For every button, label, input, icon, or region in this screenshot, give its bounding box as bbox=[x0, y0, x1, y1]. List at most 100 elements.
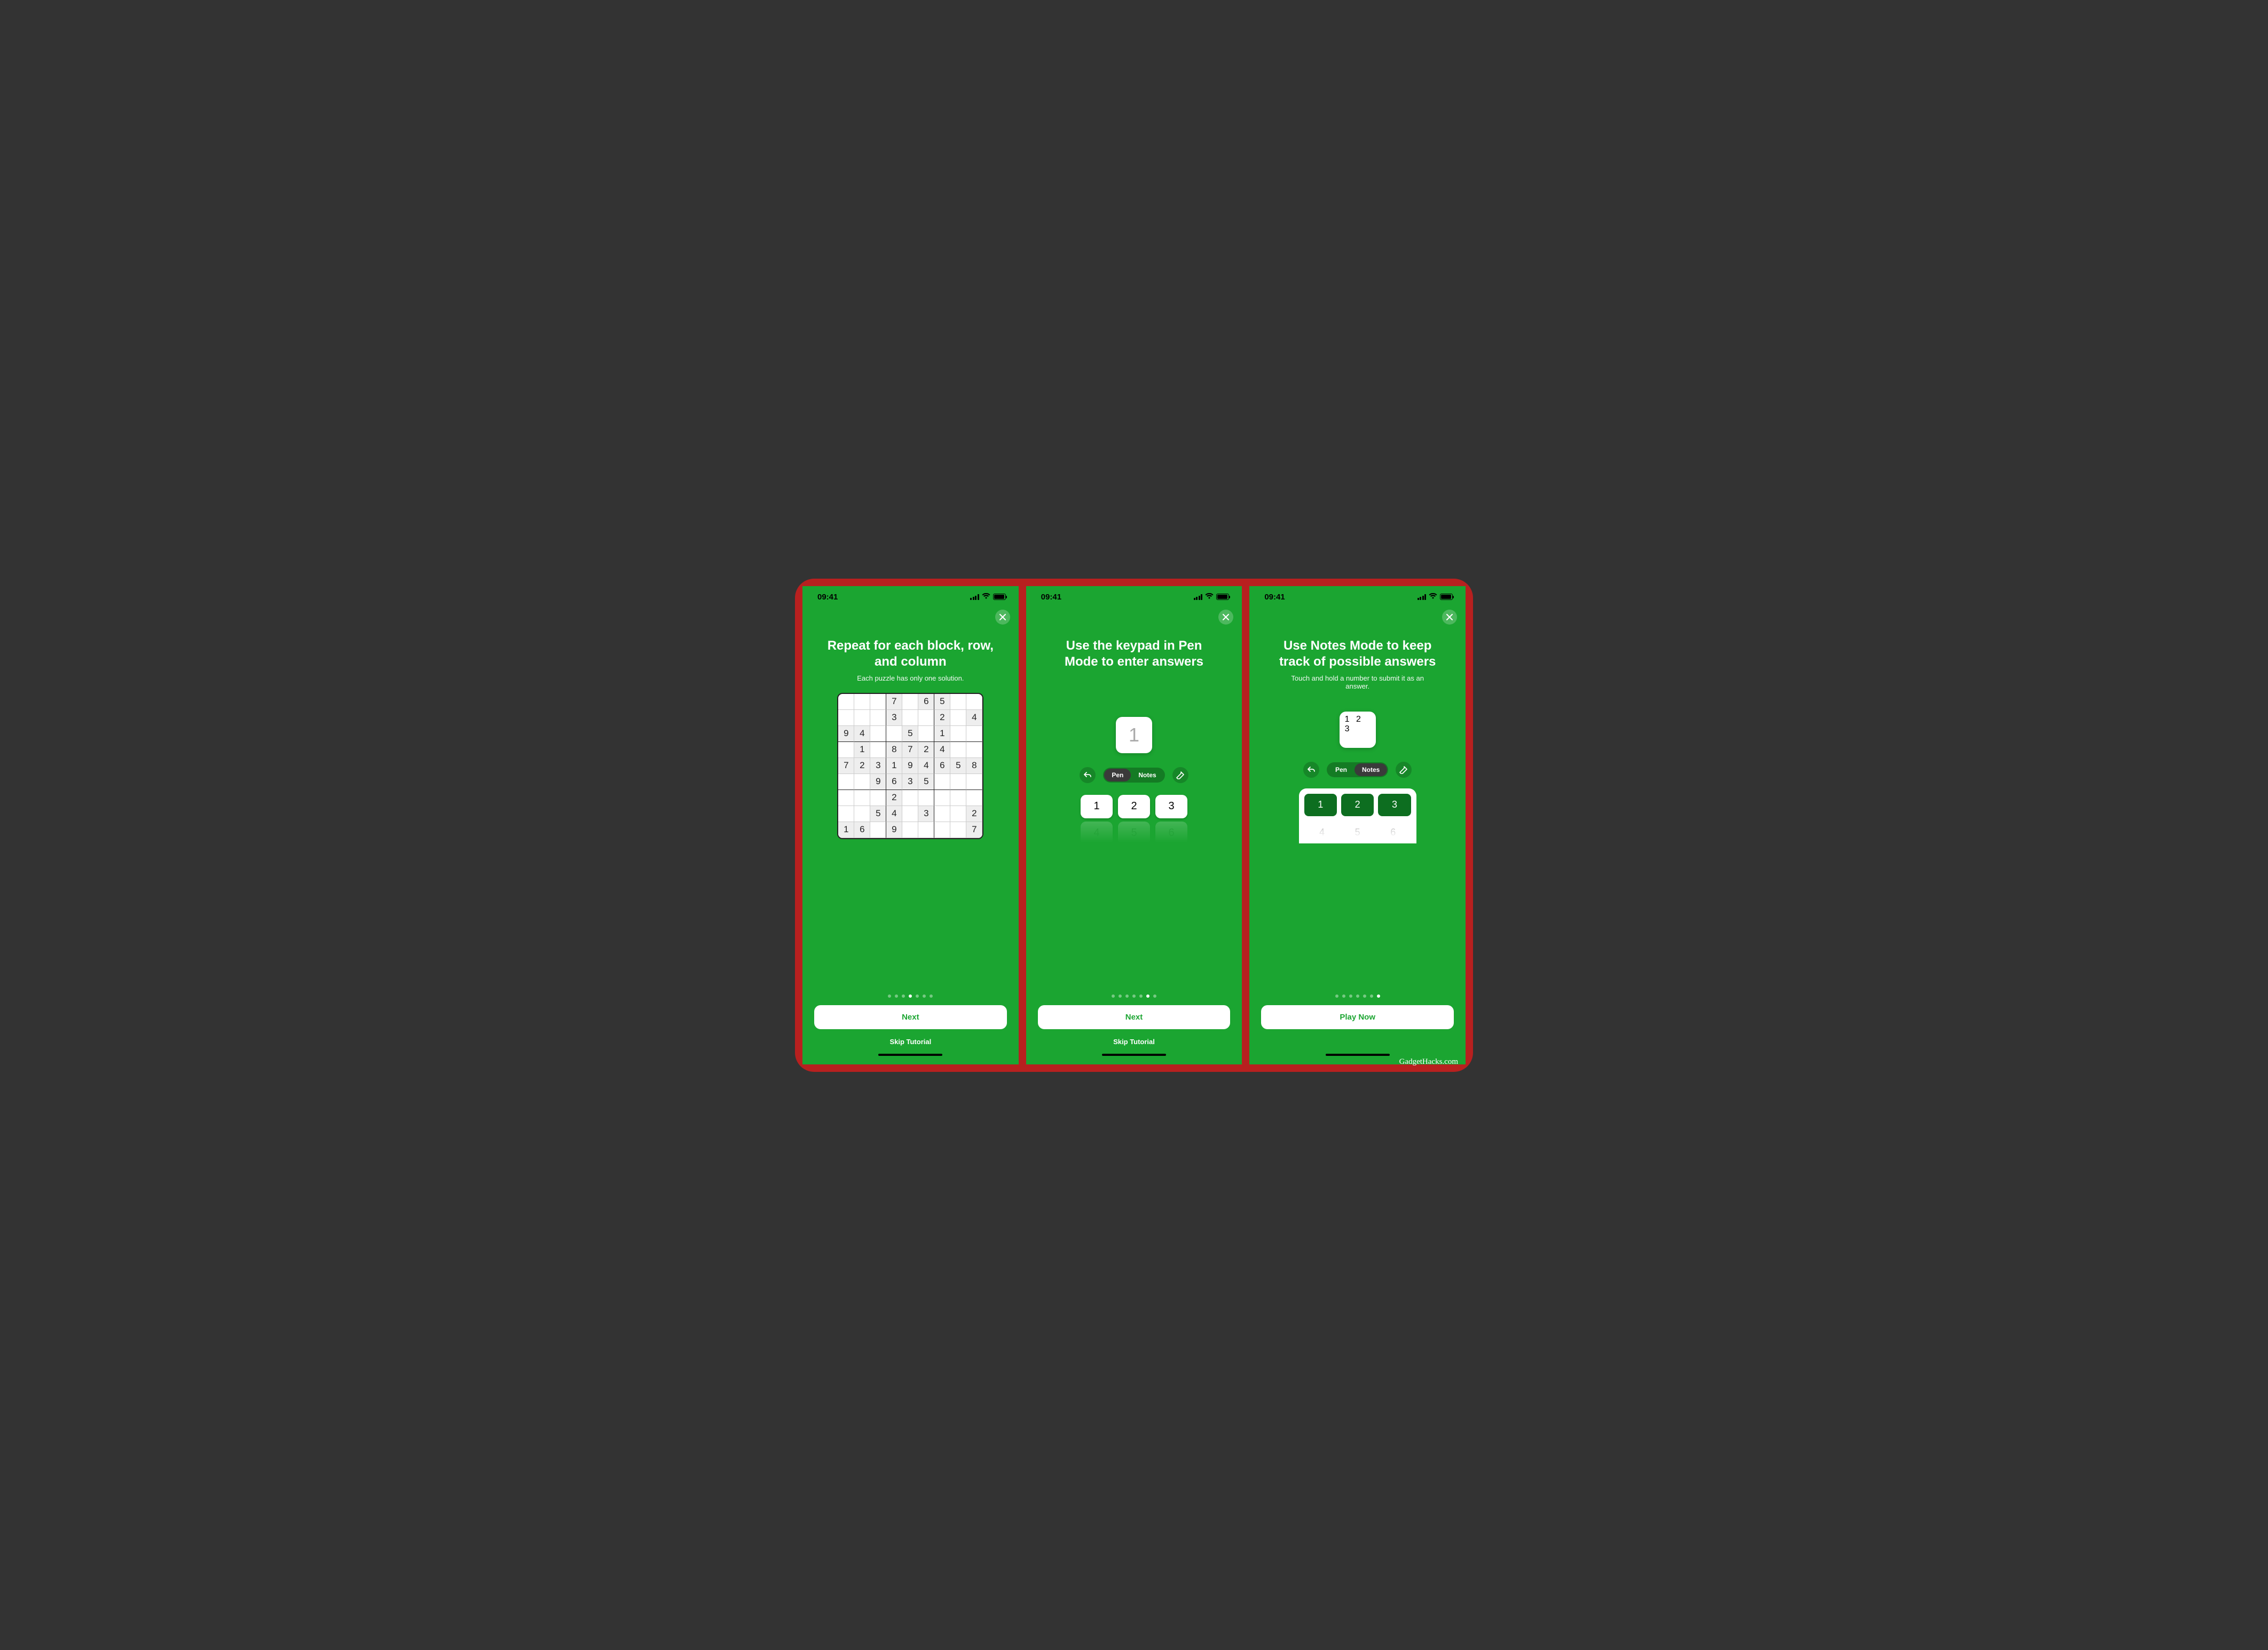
sudoku-cell: 4 bbox=[886, 806, 902, 822]
page-dot bbox=[1370, 994, 1373, 998]
status-icons bbox=[970, 593, 1006, 602]
status-time: 09:41 bbox=[817, 593, 838, 602]
sudoku-cell bbox=[886, 726, 902, 742]
sudoku-cell: 2 bbox=[934, 710, 950, 726]
page-dot bbox=[895, 994, 898, 998]
sudoku-cell: 1 bbox=[854, 742, 870, 758]
keypad-row-1: 1 2 3 bbox=[1081, 795, 1187, 818]
undo-button[interactable] bbox=[1303, 762, 1319, 778]
signal-icon bbox=[1194, 594, 1203, 600]
close-button[interactable] bbox=[1218, 610, 1233, 625]
sudoku-cell bbox=[870, 726, 886, 742]
notes-keypad-row-1: 1 2 3 bbox=[1304, 794, 1411, 816]
sudoku-cell: 1 bbox=[934, 726, 950, 742]
play-now-button[interactable]: Play Now bbox=[1261, 1005, 1454, 1029]
selected-cell-preview: 1 bbox=[1116, 717, 1152, 753]
bottom-controls: Next Skip Tutorial bbox=[802, 985, 1019, 1064]
home-indicator bbox=[1326, 1054, 1390, 1056]
sudoku-cell bbox=[918, 790, 934, 806]
sudoku-cell: 9 bbox=[838, 726, 854, 742]
undo-button[interactable] bbox=[1080, 767, 1096, 783]
tutorial-content: Use the keypad in Pen Mode to enter answ… bbox=[1026, 606, 1242, 985]
note-key-3[interactable]: 3 bbox=[1378, 794, 1411, 816]
page-dot bbox=[1146, 994, 1149, 998]
close-button[interactable] bbox=[1442, 610, 1457, 625]
status-bar: 09:41 bbox=[1026, 586, 1242, 606]
sudoku-cell: 6 bbox=[854, 822, 870, 838]
status-icons bbox=[1418, 593, 1453, 602]
next-button[interactable]: Next bbox=[1038, 1005, 1231, 1029]
sudoku-cell: 4 bbox=[934, 742, 950, 758]
page-dot bbox=[909, 994, 912, 998]
sudoku-cell bbox=[902, 822, 918, 838]
sudoku-cell: 5 bbox=[950, 758, 966, 774]
tutorial-content: Use Notes Mode to keep track of possible… bbox=[1249, 606, 1466, 985]
status-bar: 09:41 bbox=[1249, 586, 1466, 606]
erase-button[interactable] bbox=[1396, 762, 1412, 778]
skip-tutorial-link[interactable]: Skip Tutorial bbox=[1113, 1038, 1155, 1046]
sudoku-cell bbox=[838, 806, 854, 822]
sudoku-cell bbox=[950, 710, 966, 726]
tutorial-screen-2: 09:41 Use the keypad in Pen Mode to ente… bbox=[1026, 586, 1242, 1064]
sudoku-cell: 2 bbox=[886, 790, 902, 806]
pen-mode-option[interactable]: Pen bbox=[1104, 769, 1131, 781]
sudoku-cell bbox=[966, 742, 982, 758]
page-dot bbox=[1125, 994, 1129, 998]
page-dot bbox=[923, 994, 926, 998]
skip-tutorial-link[interactable]: Skip Tutorial bbox=[889, 1038, 931, 1046]
sudoku-cell bbox=[870, 710, 886, 726]
keypad-row-2-faded: 4 5 6 bbox=[1081, 822, 1187, 845]
status-bar: 09:41 bbox=[802, 586, 1019, 606]
sudoku-cell bbox=[870, 822, 886, 838]
mode-segment[interactable]: Pen Notes bbox=[1103, 768, 1164, 783]
sudoku-cell bbox=[918, 710, 934, 726]
sudoku-cell bbox=[838, 742, 854, 758]
key-4: 4 bbox=[1081, 822, 1113, 845]
page-dot bbox=[1132, 994, 1136, 998]
page-dot bbox=[1139, 994, 1143, 998]
notes-mode-option[interactable]: Notes bbox=[1131, 769, 1163, 781]
sudoku-cell: 4 bbox=[966, 710, 982, 726]
key-3[interactable]: 3 bbox=[1155, 795, 1187, 818]
sudoku-cell bbox=[966, 790, 982, 806]
note-key-5: 5 bbox=[1355, 827, 1360, 838]
triptych-frame: 09:41 Repeat for each block, row, and co… bbox=[795, 579, 1473, 1072]
bottom-controls: Play Now bbox=[1249, 985, 1466, 1064]
sudoku-cell bbox=[950, 774, 966, 790]
sudoku-cell bbox=[838, 710, 854, 726]
keypad-toolbar: Pen Notes bbox=[1080, 767, 1188, 783]
page-dot bbox=[902, 994, 905, 998]
key-1[interactable]: 1 bbox=[1081, 795, 1113, 818]
close-button[interactable] bbox=[995, 610, 1010, 625]
page-dot bbox=[930, 994, 933, 998]
bottom-controls: Next Skip Tutorial bbox=[1026, 985, 1242, 1064]
notes-mode-option[interactable]: Notes bbox=[1354, 763, 1387, 776]
tutorial-title: Repeat for each block, row, and column bbox=[825, 638, 996, 670]
sudoku-cell: 9 bbox=[886, 822, 902, 838]
sudoku-cell bbox=[902, 710, 918, 726]
mode-segment[interactable]: Pen Notes bbox=[1327, 762, 1388, 777]
sudoku-cell: 5 bbox=[870, 806, 886, 822]
tutorial-content: Repeat for each block, row, and column E… bbox=[802, 606, 1019, 985]
next-button[interactable]: Next bbox=[814, 1005, 1007, 1029]
key-2[interactable]: 2 bbox=[1118, 795, 1150, 818]
pen-mode-option[interactable]: Pen bbox=[1328, 763, 1354, 776]
note-key-2[interactable]: 2 bbox=[1341, 794, 1374, 816]
page-dots bbox=[888, 994, 933, 998]
page-dot bbox=[888, 994, 891, 998]
sudoku-cell: 9 bbox=[902, 758, 918, 774]
sudoku-cell: 2 bbox=[854, 758, 870, 774]
tutorial-subtitle: Each puzzle has only one solution. bbox=[857, 674, 964, 682]
page-dot bbox=[1153, 994, 1156, 998]
sudoku-cell bbox=[950, 694, 966, 710]
wifi-icon bbox=[982, 593, 990, 602]
key-5: 5 bbox=[1118, 822, 1150, 845]
sudoku-cell bbox=[950, 726, 966, 742]
sudoku-cell bbox=[854, 694, 870, 710]
sudoku-cell: 8 bbox=[886, 742, 902, 758]
sudoku-cell bbox=[950, 790, 966, 806]
note-key-1[interactable]: 1 bbox=[1304, 794, 1337, 816]
erase-button[interactable] bbox=[1172, 767, 1188, 783]
sudoku-cell: 5 bbox=[934, 694, 950, 710]
sudoku-cell bbox=[870, 790, 886, 806]
